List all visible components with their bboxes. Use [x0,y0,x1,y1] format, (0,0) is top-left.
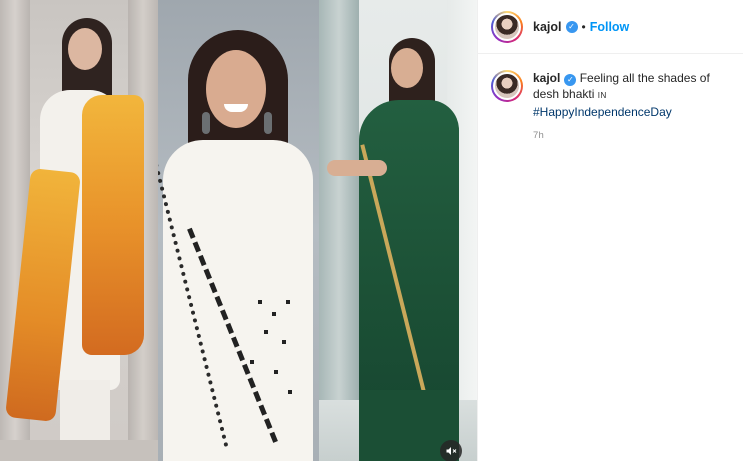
caption-avatar[interactable] [491,70,523,102]
verified-badge-icon: ✓ [564,74,577,86]
mute-button[interactable] [440,440,462,461]
caption-username[interactable]: kajol [533,71,560,85]
post-timestamp[interactable]: 7h [533,128,730,144]
post-media[interactable] [0,0,477,461]
caption-in-tag: IN [597,91,607,100]
author-avatar[interactable] [491,10,523,43]
hashtag-link[interactable]: #HappyIndependenceDay [533,104,730,120]
photo-panel-orange-dupatta [0,0,158,461]
instagram-post: kajol ✓ • Follow kajol ✓ Feeling all the … [0,0,743,461]
separator-dot: • [581,19,586,34]
photo-panel-white-outfit [158,0,319,461]
caption-body: kajol ✓ Feeling all the shades of desh bh… [533,70,730,144]
post-side-panel: kajol ✓ • Follow kajol ✓ Feeling all the … [477,0,743,461]
avatar-image [493,12,521,41]
avatar-image [493,72,521,100]
author-username[interactable]: kajol [533,20,562,34]
post-header: kajol ✓ • Follow [478,0,743,54]
muted-speaker-icon [446,447,457,455]
follow-button[interactable]: Follow [590,20,630,34]
photo-panel-green-saree [319,0,477,461]
post-caption: kajol ✓ Feeling all the shades of desh bh… [478,54,743,144]
verified-badge-icon: ✓ [565,20,578,33]
